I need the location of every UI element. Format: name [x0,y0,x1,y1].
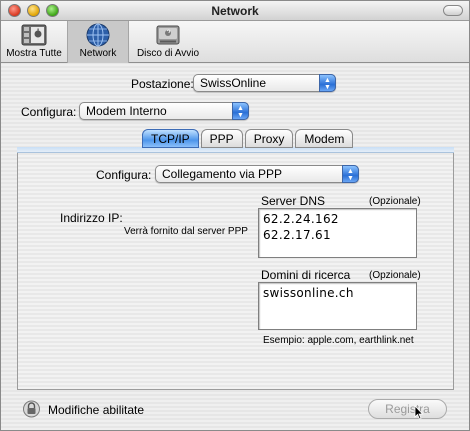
ip-address-note: Verrà fornito dal server PPP [124,226,248,237]
tab-bar: TCP/IP PPP Proxy Modem [142,129,355,148]
dns-label: Server DNS [261,194,326,208]
lock-icon[interactable] [23,400,40,418]
show-value: Modem Interno [86,104,167,118]
search-optional-label: (Opzionale) [369,270,421,281]
lock-status-text: Modifiche abilitate [48,403,145,417]
globe-icon [86,23,110,47]
search-domains-field[interactable]: swissonline.ch [258,282,417,330]
toolbar: Mostra Tutte Network Disco di Avvio [1,21,469,63]
dns-server-entry: 62.2.17.61 [263,228,331,242]
dns-servers-field[interactable]: 62.2.24.162 62.2.17.61 [258,208,417,258]
tab-modem[interactable]: Modem [295,129,354,148]
search-domains-label: Domini di ricerca [261,268,351,282]
ip-address-label: Indirizzo IP: [60,211,123,225]
configure-popup[interactable]: Collegamento via PPP ▲ ▼ [155,165,359,183]
show-label: Configura: [21,105,77,119]
tab-ppp[interactable]: PPP [200,129,243,148]
toolbar-item-label: Mostra Tutte [6,48,62,59]
toolbar-item-network[interactable]: Network [67,21,129,63]
toolbar-item-startup-disk[interactable]: Disco di Avvio [131,21,205,63]
location-popup[interactable]: SwissOnline ▲ ▼ [193,74,336,92]
network-preferences-window: Network Mostra Tutte Network Disco di Av… [0,0,470,431]
popup-arrows-icon: ▲ ▼ [319,74,336,92]
location-value: SwissOnline [200,76,267,90]
show-popup[interactable]: Modem Interno ▲ ▼ [79,102,249,120]
window-title: Network [211,4,259,18]
toolbar-item-show-all[interactable]: Mostra Tutte [3,21,65,63]
mouse-pointer-icon [414,405,424,420]
apply-button[interactable]: Registra [368,399,447,419]
configure-label: Configura: [96,168,152,182]
title-bar[interactable]: Network [1,1,469,21]
example-text: Esempio: apple.com, earthlink.net [263,335,414,346]
location-label: Postazione: [131,77,194,91]
dns-optional-label: (Opzionale) [369,196,421,207]
toolbar-item-label: Network [79,48,117,59]
popup-arrows-icon: ▲ ▼ [232,102,249,120]
configure-value: Collegamento via PPP [162,167,283,181]
tab-panel [17,147,454,390]
dns-server-entry: 62.2.24.162 [263,212,339,226]
popup-arrows-icon: ▲ ▼ [342,165,359,183]
tab-proxy[interactable]: Proxy [244,129,294,148]
tab-tcpip[interactable]: TCP/IP [142,129,199,148]
search-domain-entry: swissonline.ch [263,286,354,300]
startup-disk-icon [156,25,180,45]
toolbar-item-label: Disco di Avvio [136,48,200,59]
show-all-icon [21,24,47,46]
toolbar-toggle-button[interactable] [443,5,463,16]
